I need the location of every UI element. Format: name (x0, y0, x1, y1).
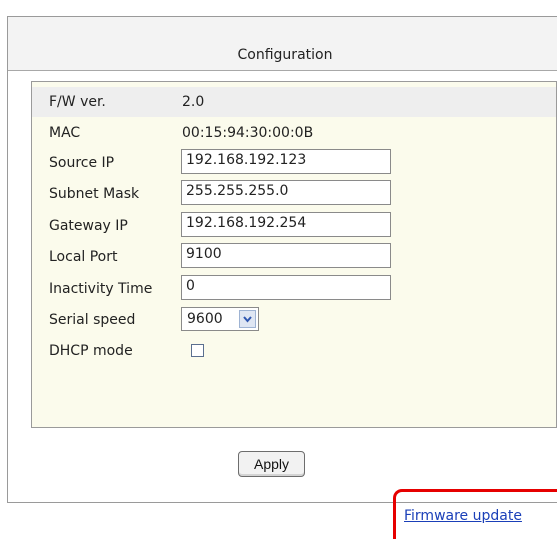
local-port-label: Local Port (49, 249, 118, 265)
inactivity-time-label: Inactivity Time (49, 281, 153, 297)
source-ip-label: Source IP (49, 155, 115, 171)
row-mac: MAC 00:15:94:30:00:0B (32, 118, 556, 148)
dhcp-mode-checkbox[interactable] (191, 344, 204, 357)
subnet-mask-input[interactable]: 255.255.255.0 (181, 180, 391, 205)
mac-label: MAC (49, 125, 81, 141)
inactivity-time-input[interactable]: 0 (181, 275, 391, 300)
row-local-port: Local Port 9100 (32, 242, 556, 272)
serial-speed-label: Serial speed (49, 312, 136, 328)
fw-version-label: F/W ver. (49, 94, 106, 110)
row-subnet-mask: Subnet Mask 255.255.255.0 (32, 179, 556, 209)
configuration-form: F/W ver. 2.0 MAC 00:15:94:30:00:0B Sourc… (31, 81, 557, 428)
row-dhcp-mode: DHCP mode (32, 336, 556, 366)
serial-speed-selected: 9600 (187, 311, 223, 327)
row-source-ip: Source IP 192.168.192.123 (32, 148, 556, 178)
panel-title: Configuration (237, 47, 333, 63)
fw-version-value: 2.0 (182, 94, 205, 110)
mac-value: 00:15:94:30:00:0B (182, 125, 314, 141)
row-gateway-ip: Gateway IP 192.168.192.254 (32, 211, 556, 241)
serial-speed-select[interactable]: 9600 (181, 307, 259, 331)
subnet-mask-label: Subnet Mask (49, 186, 140, 202)
source-ip-input[interactable]: 192.168.192.123 (181, 149, 391, 174)
firmware-update-link[interactable]: Firmware update (404, 508, 522, 524)
local-port-input[interactable]: 9100 (181, 243, 391, 268)
gateway-ip-input[interactable]: 192.168.192.254 (181, 212, 391, 237)
chevron-down-icon[interactable] (239, 310, 256, 328)
row-serial-speed: Serial speed 9600 (32, 305, 556, 335)
row-fw-version: F/W ver. 2.0 (32, 87, 556, 117)
panel-header: Configuration (8, 17, 557, 71)
gateway-ip-label: Gateway IP (49, 218, 128, 234)
row-inactivity-time: Inactivity Time 0 (32, 274, 556, 304)
apply-button[interactable]: Apply (238, 451, 305, 477)
dhcp-mode-label: DHCP mode (49, 343, 133, 359)
